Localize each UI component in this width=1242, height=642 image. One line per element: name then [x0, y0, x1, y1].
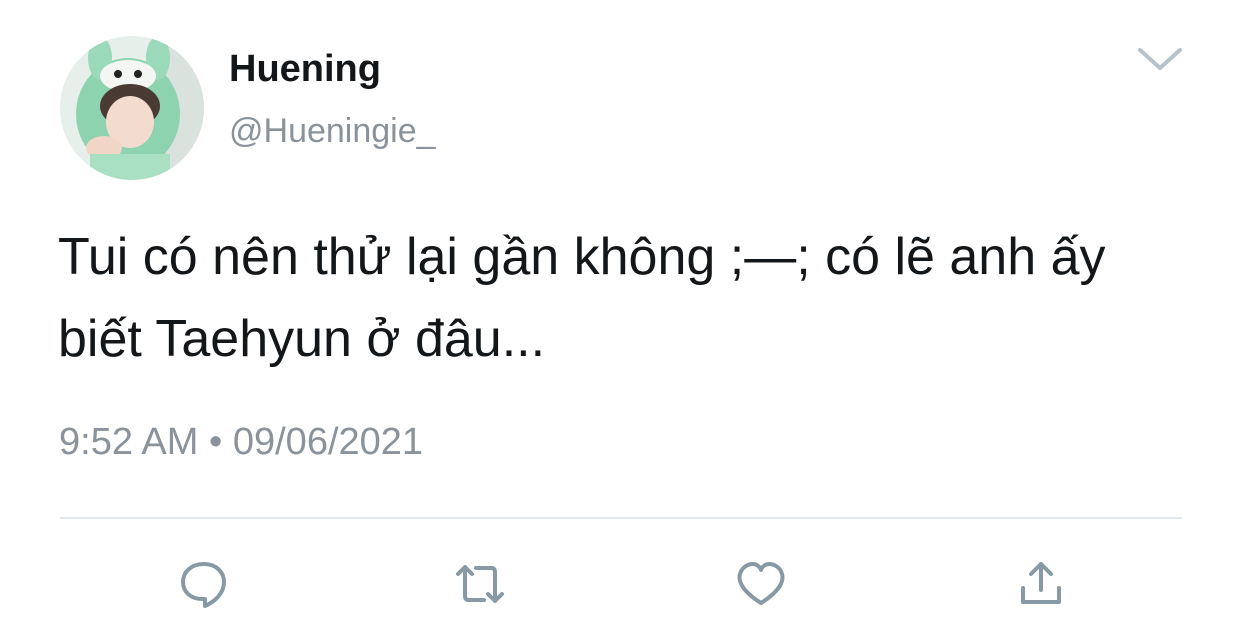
retweet-icon	[456, 565, 504, 603]
tweet-time: 9:52 AM	[59, 421, 199, 463]
action-bar-divider	[60, 517, 1182, 519]
chevron-down-icon	[1138, 48, 1182, 70]
avatar[interactable]	[60, 36, 204, 180]
tweet-date: 09/06/2021	[232, 421, 424, 463]
heart-icon	[737, 562, 785, 605]
avatar-image	[60, 36, 204, 180]
reply-bubble-icon	[181, 562, 226, 608]
tweet-text: Tui có nên thử lại gần không ;—; có lẽ a…	[58, 228, 1106, 368]
more-options-button[interactable]	[1130, 40, 1190, 80]
meta-separator: •	[208, 421, 223, 463]
like-button[interactable]	[733, 556, 789, 612]
reply-button[interactable]	[176, 556, 232, 612]
author-handle[interactable]: @Hueningie_	[229, 110, 436, 152]
tweet-timestamp[interactable]: 9:52 AM • 09/06/2021	[59, 418, 423, 466]
retweet-button[interactable]	[452, 556, 508, 612]
author-display-name[interactable]: Huening	[229, 46, 381, 92]
share-button[interactable]	[1013, 556, 1069, 612]
share-upload-icon	[1021, 562, 1061, 604]
